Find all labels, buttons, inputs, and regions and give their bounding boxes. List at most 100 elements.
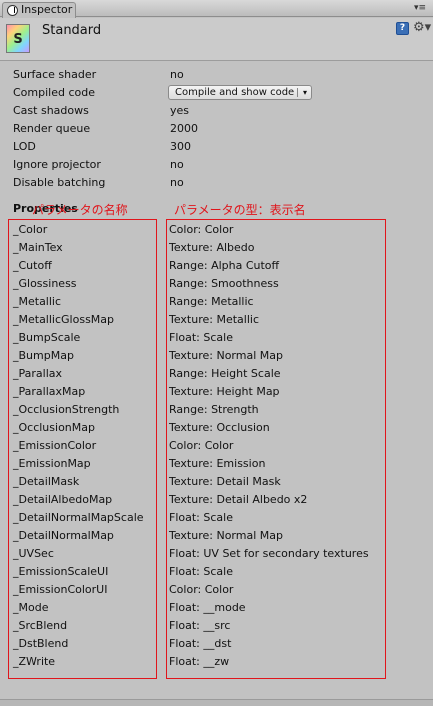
gear-icon[interactable]: ⚙▾ [413, 21, 431, 35]
property-type: Range: Strength [169, 403, 259, 416]
property-row: _MainTex Texture: Albedo [13, 239, 413, 257]
property-type: Texture: Detail Albedo x2 [169, 493, 308, 506]
tab-label: Inspector [21, 3, 73, 16]
property-row: _OcclusionMap Texture: Occlusion [13, 419, 413, 437]
property-name: _UVSec [13, 547, 54, 560]
property-type: Float: Scale [169, 565, 233, 578]
info-label: Surface shader [13, 68, 97, 81]
property-row: _Mode Float: __mode [13, 599, 413, 617]
info-value: no [170, 68, 184, 81]
property-row: _Glossiness Range: Smoothness [13, 275, 413, 293]
property-row: _EmissionColor Color: Color [13, 437, 413, 455]
property-type: Texture: Normal Map [169, 349, 283, 362]
property-type: Texture: Albedo [169, 241, 255, 254]
property-row: _BumpScale Float: Scale [13, 329, 413, 347]
property-type: Texture: Occlusion [169, 421, 270, 434]
property-name: _ParallaxMap [13, 385, 86, 398]
tab-bar: Inspector ▾≡ [0, 0, 433, 18]
info-row-cast-shadows: Cast shadows yes [13, 102, 423, 120]
info-label: LOD [13, 140, 36, 153]
annotation-parameter-type: パラメータの型：表示名 [174, 203, 306, 217]
property-name: _MainTex [13, 241, 63, 254]
property-row: _EmissionColorUI Color: Color [13, 581, 413, 599]
property-row: _Parallax Range: Height Scale [13, 365, 413, 383]
property-type: Color: Color [169, 583, 234, 596]
chevron-down-icon: ▾ [302, 88, 307, 97]
property-row: _ParallaxMap Texture: Height Map [13, 383, 413, 401]
info-row-ignore-projector: Ignore projector no [13, 156, 423, 174]
info-value: 2000 [170, 122, 198, 135]
property-type: Float: __src [169, 619, 231, 632]
info-value: no [170, 176, 184, 189]
property-type: Float: UV Set for secondary textures [169, 547, 369, 560]
info-label: Ignore projector [13, 158, 101, 171]
property-name: _DstBlend [13, 637, 69, 650]
property-row: _DetailNormalMapScale Float: Scale [13, 509, 413, 527]
property-name: _BumpMap [13, 349, 74, 362]
property-name: _ZWrite [13, 655, 56, 668]
info-row-compiled-code: Compiled code Compile and show code ▾ [13, 84, 423, 102]
property-name: _EmissionMap [13, 457, 91, 470]
property-name: _Color [13, 223, 48, 236]
property-row: _BumpMap Texture: Normal Map [13, 347, 413, 365]
tab-inspector[interactable]: Inspector [2, 2, 76, 18]
shader-name: Standard [42, 23, 102, 38]
property-type: Texture: Height Map [169, 385, 280, 398]
info-label: Disable batching [13, 176, 106, 189]
info-icon [7, 5, 18, 16]
property-row: _Cutoff Range: Alpha Cutoff [13, 257, 413, 275]
property-type: Range: Metallic [169, 295, 254, 308]
annotation-parameter-name: パラメータの名称 [32, 203, 128, 217]
property-type: Float: Scale [169, 511, 233, 524]
property-row: _UVSec Float: UV Set for secondary textur… [13, 545, 413, 563]
property-type: Float: Scale [169, 331, 233, 344]
property-row: _ZWrite Float: __zw [13, 653, 413, 671]
property-name: _Parallax [13, 367, 63, 380]
info-label: Compiled code [13, 86, 95, 99]
property-name: _OcclusionMap [13, 421, 95, 434]
compile-dropdown-label: Compile and show code [175, 87, 295, 98]
dropdown-separator [297, 88, 298, 97]
property-type: Float: __mode [169, 601, 246, 614]
help-icon[interactable]: ? [396, 22, 409, 35]
property-type: Range: Alpha Cutoff [169, 259, 280, 272]
property-row: _OcclusionStrength Range: Strength [13, 401, 413, 419]
inspector-header: S Standard ? ⚙▾ [0, 18, 433, 61]
property-type: Color: Color [169, 439, 234, 452]
info-row-render-queue: Render queue 2000 [13, 120, 423, 138]
property-name: _OcclusionStrength [13, 403, 120, 416]
property-type: Range: Smoothness [169, 277, 279, 290]
info-row-surface-shader: Surface shader no [13, 66, 423, 84]
property-type: Float: __dst [169, 637, 232, 650]
shader-icon: S [6, 24, 30, 53]
property-type: Float: __zw [169, 655, 230, 668]
property-name: _Mode [13, 601, 49, 614]
bottom-bar [0, 699, 433, 706]
info-label: Render queue [13, 122, 91, 135]
property-row: _DetailNormalMap Texture: Normal Map [13, 527, 413, 545]
info-value: 300 [170, 140, 191, 153]
property-type: Texture: Metallic [169, 313, 259, 326]
tab-menu-icon[interactable]: ▾≡ [413, 3, 427, 14]
property-row: _EmissionScaleUI Float: Scale [13, 563, 413, 581]
property-row: _DetailAlbedoMap Texture: Detail Albedo x… [13, 491, 413, 509]
property-row: _EmissionMap Texture: Emission [13, 455, 413, 473]
property-type: Texture: Detail Mask [169, 475, 281, 488]
property-row: _DstBlend Float: __dst [13, 635, 413, 653]
property-row: _DetailMask Texture: Detail Mask [13, 473, 413, 491]
property-type: Color: Color [169, 223, 234, 236]
compile-dropdown[interactable]: Compile and show code ▾ [168, 85, 312, 100]
property-name: _Glossiness [13, 277, 77, 290]
property-name: _DetailNormalMap [13, 529, 114, 542]
info-value: no [170, 158, 184, 171]
property-name: _BumpScale [13, 331, 81, 344]
property-name: _EmissionScaleUI [13, 565, 109, 578]
info-value: yes [170, 104, 190, 117]
property-name: _EmissionColor [13, 439, 97, 452]
info-label: Cast shadows [13, 104, 89, 117]
property-row: _Color Color: Color [13, 221, 413, 239]
property-row: _SrcBlend Float: __src [13, 617, 413, 635]
property-name: _Metallic [13, 295, 62, 308]
property-name: _DetailNormalMapScale [13, 511, 144, 524]
property-type: Texture: Normal Map [169, 529, 283, 542]
